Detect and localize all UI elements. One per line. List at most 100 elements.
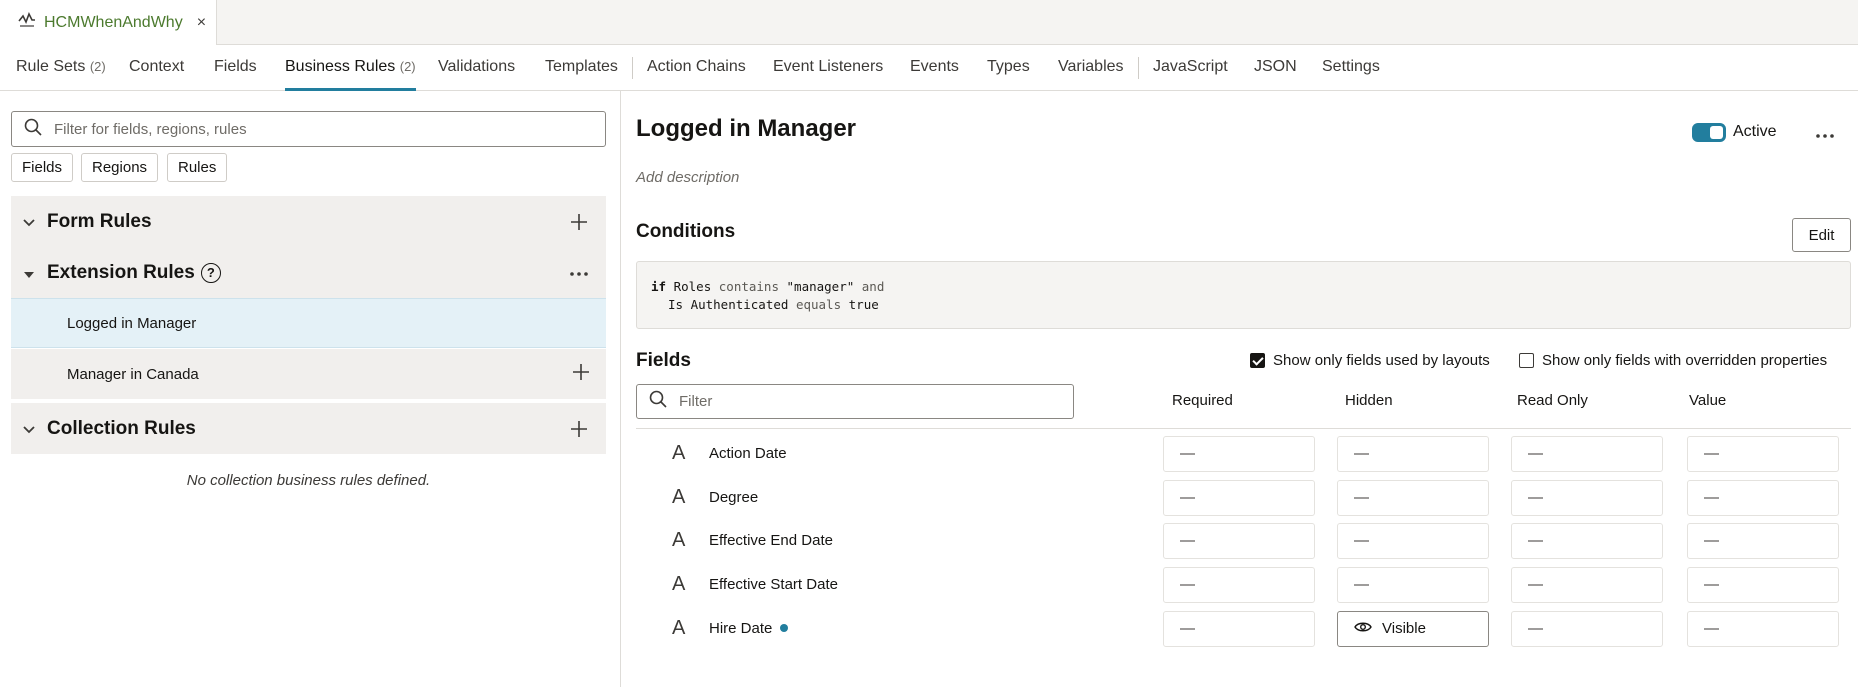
tab-business-rules[interactable]: Business Rules (2) [285, 45, 416, 91]
hidden-cell[interactable]: — [1337, 567, 1489, 603]
filter-chip-rules[interactable]: Rules [167, 153, 228, 182]
chevron-down-icon[interactable] [11, 421, 47, 437]
text-field-icon: A [672, 486, 686, 508]
field-name: Effective Start Date [709, 576, 838, 593]
tab-event-listeners[interactable]: Event Listeners [773, 45, 883, 91]
form-rules-title: Form Rules [47, 210, 152, 232]
checkbox-checked-icon[interactable] [1250, 353, 1265, 368]
table-row: A Effective Start Date — — — — [636, 565, 1851, 605]
field-name: Degree [709, 489, 759, 506]
tab-javascript[interactable]: JavaScript [1153, 45, 1228, 91]
required-cell[interactable]: — [1163, 523, 1315, 559]
form-rules-header[interactable]: Form Rules [11, 196, 606, 247]
rule-title: Logged in Manager [636, 115, 857, 142]
rule-item-label: Manager in Canada [67, 365, 199, 383]
help-icon[interactable]: ? [200, 262, 221, 283]
rules-search[interactable] [11, 111, 606, 147]
more-actions-icon[interactable] [1816, 118, 1834, 144]
tab-context[interactable]: Context [129, 45, 184, 91]
field-name: Hire Date [709, 620, 789, 637]
rules-search-input[interactable] [54, 120, 574, 138]
filter-chip-regions[interactable]: Regions [81, 153, 159, 182]
collection-rules-title: Collection Rules [47, 417, 196, 439]
value-cell[interactable]: — [1687, 523, 1839, 559]
hidden-cell[interactable]: — [1337, 436, 1489, 472]
field-name: Effective End Date [709, 532, 833, 549]
column-header-hidden: Hidden [1345, 392, 1393, 409]
close-icon[interactable]: × [197, 14, 206, 32]
hidden-cell[interactable]: — [1337, 480, 1489, 516]
tab-templates[interactable]: Templates [545, 45, 618, 91]
add-icon[interactable] [570, 196, 588, 247]
active-toggle[interactable] [1692, 123, 1726, 142]
table-divider [636, 428, 1851, 429]
tab-settings[interactable]: Settings [1322, 45, 1380, 91]
value-cell[interactable]: — [1687, 436, 1839, 472]
description-field[interactable]: Add description [636, 169, 739, 186]
tab-validations[interactable]: Validations [438, 45, 515, 91]
condition-expression[interactable]: if Roles contains "manager" and Is Authe… [636, 261, 1851, 329]
text-field-icon: A [672, 442, 686, 464]
hidden-cell[interactable]: — [1337, 523, 1489, 559]
conditions-title: Conditions [636, 221, 736, 242]
read-only-cell[interactable]: — [1511, 567, 1663, 603]
text-field-icon: A [672, 617, 686, 639]
eye-icon [1354, 612, 1372, 646]
chevron-down-icon[interactable] [11, 214, 47, 230]
pane-divider[interactable] [620, 91, 621, 687]
required-cell[interactable]: — [1163, 567, 1315, 603]
column-header-value: Value [1689, 392, 1727, 409]
read-only-cell[interactable]: — [1511, 480, 1663, 516]
search-icon [649, 390, 667, 413]
read-only-cell[interactable]: — [1511, 611, 1663, 647]
hidden-cell[interactable]: Visible [1337, 611, 1489, 647]
show-used-fields-checkbox[interactable]: Show only fields used by layouts [1250, 352, 1490, 369]
collection-rules-empty: No collection business rules defined. [186, 472, 431, 489]
extension-rules-header[interactable]: Extension Rules ? [11, 247, 606, 298]
add-icon[interactable] [572, 360, 590, 388]
extension-rules-title: Extension Rules [47, 261, 195, 283]
add-icon[interactable] [570, 403, 588, 454]
search-icon [24, 118, 42, 141]
read-only-cell[interactable]: — [1511, 436, 1663, 472]
value-cell[interactable]: — [1687, 567, 1839, 603]
collection-rules-header[interactable]: Collection Rules [11, 403, 606, 454]
tab-separator [632, 57, 633, 79]
fields-filter[interactable] [636, 384, 1074, 419]
required-cell[interactable]: — [1163, 611, 1315, 647]
editor-tabs: Rule Sets (2) Context Fields Business Ru… [0, 45, 1858, 91]
table-row: A Degree — — — — [636, 478, 1851, 518]
table-row: A Action Date — — — — [636, 434, 1851, 474]
read-only-cell[interactable]: — [1511, 523, 1663, 559]
rule-set-icon [18, 12, 36, 33]
show-overridden-fields-checkbox[interactable]: Show only fields with overridden propert… [1519, 352, 1827, 369]
file-tab[interactable]: HCMWhenAndWhy × [0, 0, 217, 45]
tab-fields[interactable]: Fields [214, 45, 257, 91]
required-cell[interactable]: — [1163, 436, 1315, 472]
value-cell[interactable]: — [1687, 480, 1839, 516]
rule-item-logged-in-manager[interactable]: Logged in Manager [11, 298, 606, 348]
table-row: A Effective End Date — — — — [636, 521, 1851, 561]
active-toggle-label: Active [1733, 123, 1777, 140]
more-actions-icon[interactable] [570, 247, 588, 298]
field-name: Action Date [709, 445, 787, 462]
edit-conditions-button[interactable]: Edit [1792, 218, 1851, 252]
column-header-read-only: Read Only [1517, 392, 1588, 409]
tab-variables[interactable]: Variables [1058, 45, 1124, 91]
required-cell[interactable]: — [1163, 480, 1315, 516]
tab-json[interactable]: JSON [1254, 45, 1297, 91]
rule-item-manager-in-canada[interactable]: Manager in Canada [11, 349, 606, 399]
caret-down-icon[interactable] [11, 265, 47, 281]
rule-item-label: Logged in Manager [67, 314, 197, 332]
tab-types[interactable]: Types [987, 45, 1030, 91]
checkbox-unchecked-icon[interactable] [1519, 353, 1534, 368]
value-cell[interactable]: — [1687, 611, 1839, 647]
tab-rule-sets[interactable]: Rule Sets (2) [16, 45, 106, 91]
tab-separator [1138, 57, 1139, 79]
filter-chip-fields[interactable]: Fields [11, 153, 74, 182]
tab-events[interactable]: Events [910, 45, 959, 91]
fields-filter-input[interactable] [679, 393, 1059, 410]
tab-action-chains[interactable]: Action Chains [647, 45, 746, 91]
text-field-icon: A [672, 573, 686, 595]
file-tab-label: HCMWhenAndWhy [44, 13, 183, 31]
